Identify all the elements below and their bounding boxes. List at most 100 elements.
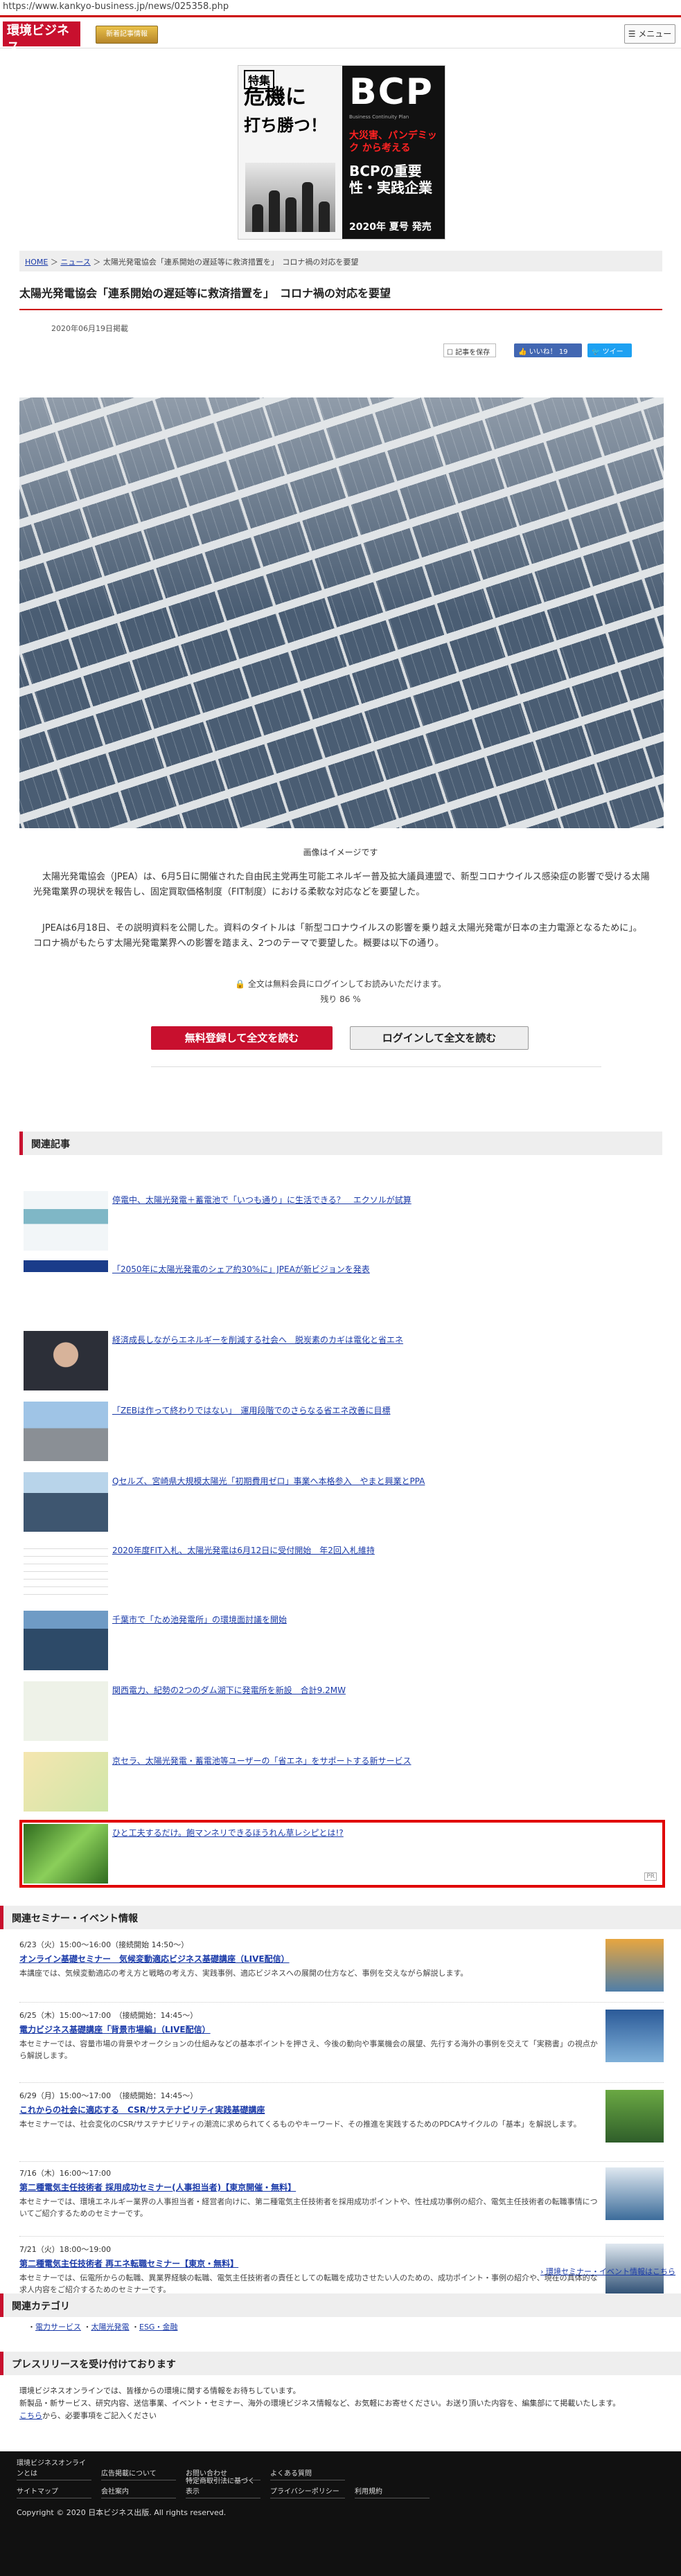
seminars-more-link[interactable]: › 環境セミナー・イベント情報はこちら [540, 2266, 675, 2277]
login-button[interactable]: ログインして全文を読む [350, 1026, 529, 1050]
category-list: ・電力サービス ・太陽光発電 ・ESG・金融 [28, 2323, 178, 2332]
related-link[interactable]: 停電中、太陽光発電＋蓄電池で「いつも通り」に生活できる？ エクソルが試算 [112, 1194, 412, 1206]
related-thumbnail [24, 1402, 108, 1461]
menu-icon: ☰ [628, 29, 639, 39]
register-button[interactable]: 無料登録して全文を読む [151, 1026, 333, 1050]
related-link[interactable]: 関西電力、紀勢の2つのダム湖下に発電所を新設 合計9.2MW [112, 1684, 346, 1696]
banner-red-copy: 大災害、パンデミック から考える [349, 130, 437, 154]
breadcrumb-news[interactable]: ニュース [60, 258, 90, 267]
related-item-ad[interactable]: ひと工夫するだけ。飽マンネリできるほうれん草レシピとは!? PR [19, 1820, 665, 1888]
related-item[interactable]: 2020年度FIT入札、太陽光発電は6月12日に受付開始 年2回入札維持 [24, 1541, 661, 1601]
footer-link[interactable]: サイトマップ [17, 2485, 91, 2498]
related-thumbnail [24, 1611, 108, 1670]
copyright: Copyright © 2020 日本ビジネス出版. All rights re… [17, 2508, 227, 2517]
related-link[interactable]: 「ZEBは作って終わりではない」 運用段階でのさらなる省エネ改善に目標 [112, 1404, 390, 1416]
press-text-2: 新製品・新サービス、研究内容、送信事業、イベント・セミナー、海外の環境ビジネス情… [19, 2399, 621, 2408]
seminars-more-label: 環境セミナー・イベント情報はこちら [546, 2267, 675, 2276]
category-link[interactable]: 太陽光発電 [91, 2323, 130, 2332]
solar-panels-photo [19, 397, 664, 828]
related-item[interactable]: 経済成長しながらエネルギーを削減する社会へ 脱炭素のカギは電化と省エネ [24, 1331, 661, 1390]
photo-caption: 画像はイメージです [303, 848, 378, 857]
seminar-date: 7/16（木）16:00〜17:00 [19, 2169, 112, 2178]
save-article-button[interactable]: ☐ 記事を保存 [443, 343, 496, 357]
related-item[interactable]: 関西電力、紀勢の2つのダム湖下に発電所を新設 合計9.2MW [24, 1681, 661, 1741]
seminar-date: 7/21（火）18:00〜19:00 [19, 2245, 112, 2254]
footer-link[interactable]: 会社案内 [101, 2485, 176, 2498]
related-link[interactable]: 千葉市で「ため池発電所」の環境面討議を開始 [112, 1613, 287, 1625]
related-link[interactable]: 「2050年に太陽光発電のシェア約30%に」JPEAが新ビジョンを発表 [112, 1263, 370, 1275]
related-link[interactable]: 経済成長しながらエネルギーを削減する社会へ 脱炭素のカギは電化と省エネ [112, 1334, 403, 1345]
footer-link[interactable]: 利用規約 [355, 2485, 430, 2498]
related-item[interactable]: Qセルズ、宮崎県大規模太陽光「初期費用ゼロ」事業へ本格参入 やまと興業とPPA [24, 1472, 661, 1532]
banner-right: BCP Business Continuity Plan 大災害、パンデミック … [342, 66, 445, 239]
related-item[interactable]: 「ZEBは作って終わりではない」 運用段階でのさらなる省エネ改善に目標 [24, 1402, 661, 1461]
related-item[interactable]: 「2050年に太陽光発電のシェア約30%に」JPEAが新ビジョンを発表 [24, 1260, 661, 1320]
related-link[interactable]: ひと工夫するだけ。飽マンネリできるほうれん草レシピとは!? [112, 1827, 344, 1839]
tweet-button[interactable]: 🐦 ツイート [587, 343, 632, 366]
related-articles-heading: 関連記事 [19, 1132, 662, 1155]
related-item[interactable]: 京セラ、太陽光発電・蓄電池等ユーザーの「省エネ」をサポートする新サービス [24, 1752, 661, 1812]
site-header: 環境ビジネス オンライン 新着記事情報 ☰ メニュー [0, 15, 681, 62]
press-heading: プレスリリースを受け付けております [0, 2352, 681, 2375]
related-item[interactable]: 停電中、太陽光発電＋蓄電池で「いつも通り」に生活できる？ エクソルが試算 [24, 1191, 661, 1251]
breadcrumb-home[interactable]: HOME [25, 258, 48, 267]
menu-button[interactable]: ☰ メニュー [624, 24, 675, 44]
related-item[interactable]: 千葉市で「ため池発電所」の環境面討議を開始 [24, 1611, 661, 1670]
banner-bcp: BCP [349, 71, 434, 113]
arrow-right-icon: › [540, 2267, 546, 2276]
related-thumbnail [24, 1681, 108, 1741]
article-paragraph: 太陽光発電協会（JPEA）は、6月5日に開催された自由民主党再生可能エネルギー普… [33, 872, 650, 897]
footer-link[interactable]: 特定商取引法に基づく表示 [186, 2475, 260, 2498]
spinach-thumbnail [24, 1824, 108, 1884]
banner-issue: 2020年 夏号 発売 [349, 222, 432, 233]
site-logo[interactable]: 環境ビジネス オンライン [3, 21, 80, 62]
seminar-title[interactable]: オンライン基礎セミナー 気候変動適応ビジネス基礎講座（LIVE配信） [19, 1953, 664, 1965]
seminars-heading: 関連セミナー・イベント情報 [0, 1906, 681, 1929]
like-label: いいね！ 19 [529, 348, 568, 356]
related-link[interactable]: 2020年度FIT入札、太陽光発電は6月12日に受付開始 年2回入札維持 [112, 1544, 375, 1556]
url-bar[interactable]: https://www.kankyo-business.jp/news/0253… [0, 0, 681, 14]
seminar-desc: 本セミナーでは、容量市場の背景やオークションの仕組みなどの基本ポイントを押さえ、… [19, 2039, 598, 2060]
lock-text: 全文は無料会員にログインしてお読みいただけます。 [247, 979, 446, 989]
bcp-ad-banner[interactable]: 特集 危機に 打ち勝つ！ BCP Business Continuity Pla… [238, 65, 445, 240]
seminar-item: 6/23（火）15:00〜16:00（接続開始 14:50〜） オンライン基礎セ… [19, 1939, 664, 2003]
banner-headline2: 打ち勝つ！ [244, 116, 327, 135]
breadcrumb-sep: ＞ [50, 258, 58, 267]
seminar-item: 6/29（月）15:00〜17:00 （接続開始：14:45〜） これからの社会… [19, 2090, 664, 2162]
seminar-date: 6/23（火）15:00〜16:00（接続開始 14:50〜） [19, 1940, 189, 1949]
seminar-item: 6/25（木）15:00〜17:00 （接続開始：14:45〜） 電力ビジネス基… [19, 2010, 664, 2083]
members-only-notice: 🔒 全文は無料会員にログインしてお読みいただけます。 [0, 978, 681, 990]
breadcrumb-current: 太陽光発電協会「連系開始の遅延等に救済措置を」 コロナ禍の対応を要望 [103, 258, 359, 267]
category-link[interactable]: ESG・金融 [139, 2323, 177, 2332]
pr-badge: PR [644, 1872, 657, 1881]
categories-heading: 関連カテゴリ [0, 2293, 681, 2317]
related-thumbnail [24, 1541, 108, 1601]
divider [151, 1066, 601, 1067]
lock-icon: 🔒 [235, 979, 248, 989]
article-title: 太陽光発電協会「連系開始の遅延等に救済措置を」 コロナ禍の対応を要望 [19, 284, 662, 310]
seminar-image [605, 2010, 664, 2062]
facebook-like-button[interactable]: 👍 いいね！ 19 [514, 343, 582, 357]
seminar-title[interactable]: 第二種電気主任技術者 採用成功セミナー(人事担当者)【東京開催・無料】 [19, 2181, 664, 2193]
banner-left: 特集 危機に 打ち勝つ！ [238, 66, 342, 239]
related-thumbnail [24, 1752, 108, 1812]
category-link[interactable]: 電力サービス [35, 2323, 81, 2332]
related-thumbnail [24, 1191, 108, 1251]
seminar-title[interactable]: これからの社会に適応する CSR/サステナビリティ実践基礎講座 [19, 2104, 664, 2116]
related-link[interactable]: 京セラ、太陽光発電・蓄電池等ユーザーの「省エネ」をサポートする新サービス [112, 1755, 412, 1766]
related-thumbnail [24, 1260, 108, 1320]
breadcrumb: HOME ＞ ニュース ＞ 太陽光発電協会「連系開始の遅延等に救済措置を」 コロ… [19, 251, 662, 271]
thumbs-up-icon: 👍 [518, 348, 529, 356]
footer-link[interactable]: プライバシーポリシー [270, 2485, 345, 2498]
seminar-desc: 本セミナーでは、環境エネルギー業界の人事担当者・経営者向けに、第二種電気主任技術… [19, 2197, 598, 2218]
press-text: 環境ビジネスオンラインでは、皆様からの環境に関する情報をお待ちしています。 新製… [19, 2385, 671, 2422]
banner-bcp-sub: Business Continuity Plan [349, 114, 409, 120]
press-link[interactable]: こちら [19, 2411, 42, 2420]
related-link[interactable]: Qセルズ、宮崎県大規模太陽光「初期費用ゼロ」事業へ本格参入 やまと興業とPPA [112, 1475, 425, 1487]
seminar-title[interactable]: 電力ビジネス基礎講座「背景市場編」（LIVE配信） [19, 2023, 664, 2035]
news-button[interactable]: 新着記事情報 [96, 26, 158, 44]
save-label: 記事を保存 [455, 349, 490, 357]
breadcrumb-sep: ＞ [93, 258, 101, 267]
logo-main: 環境ビジネス [7, 24, 69, 55]
menu-label: メニュー [638, 29, 672, 39]
